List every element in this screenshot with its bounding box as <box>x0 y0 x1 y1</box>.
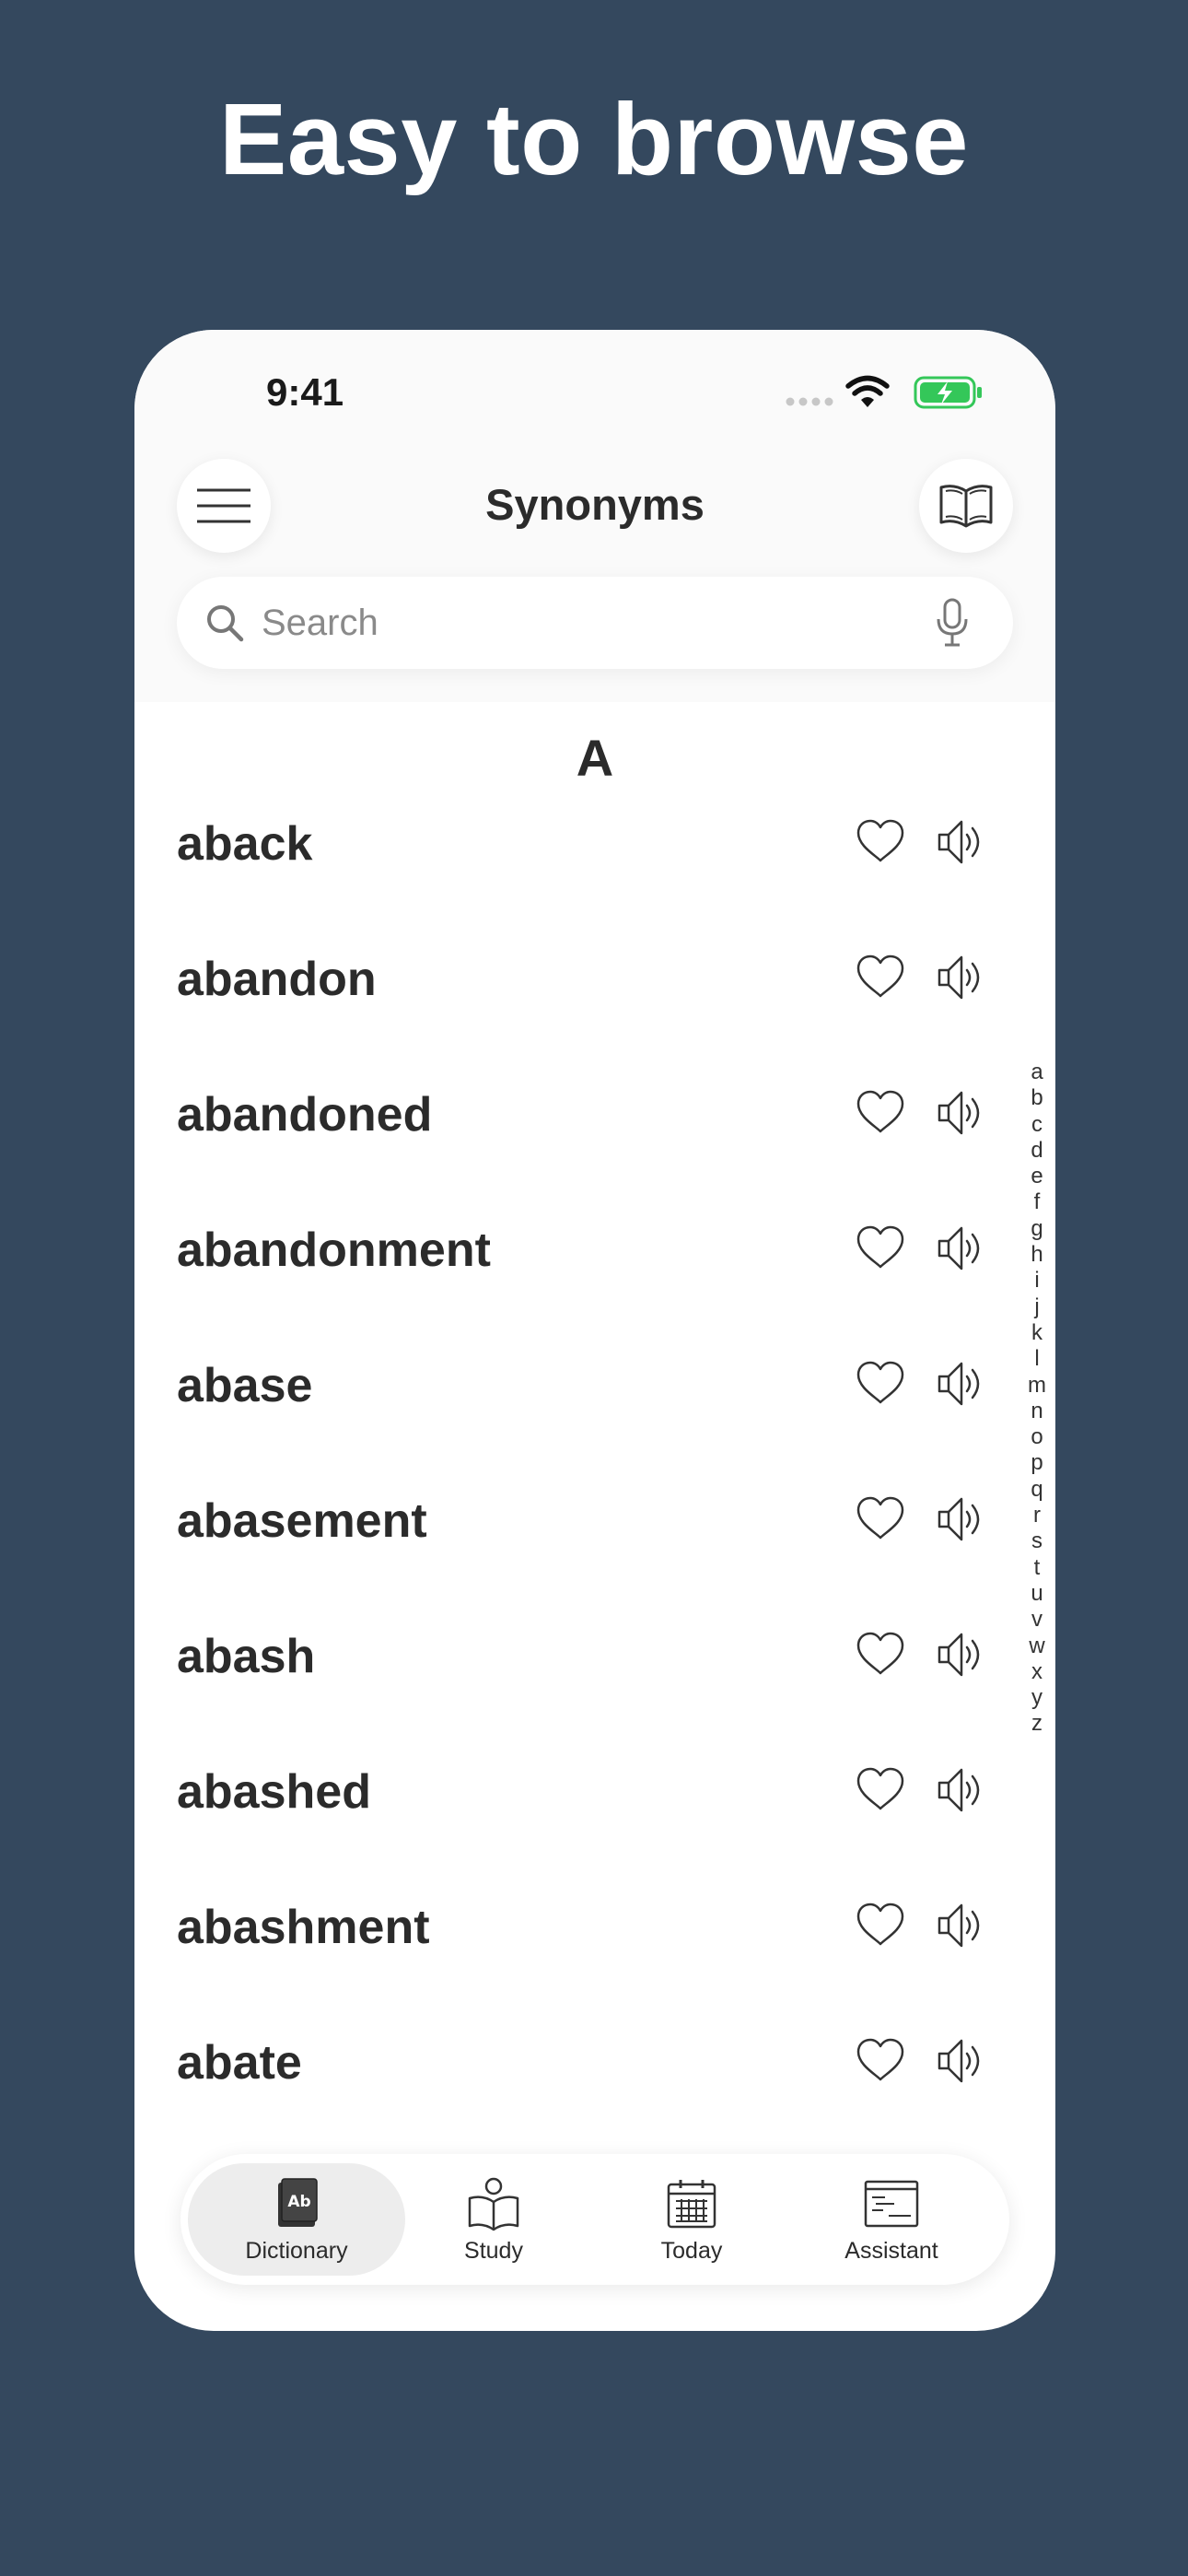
alphabet-index-letter[interactable]: q <box>1031 1477 1042 1503</box>
alphabet-index-letter[interactable]: f <box>1034 1189 1041 1215</box>
word-label: aback <box>177 817 313 871</box>
speaker-icon[interactable] <box>936 1900 987 1956</box>
alphabet-index-letter[interactable]: z <box>1031 1711 1042 1737</box>
word-label: abandon <box>177 953 377 1006</box>
word-row[interactable]: abashed <box>134 1724 1055 1859</box>
word-row[interactable]: abandoned <box>134 1047 1055 1182</box>
word-label: abashment <box>177 1901 430 1954</box>
alphabet-index-letter[interactable]: t <box>1034 1555 1041 1581</box>
alphabet-index-letter[interactable]: o <box>1031 1424 1042 1450</box>
favorite-heart-icon[interactable] <box>855 2037 906 2088</box>
alphabet-index-letter[interactable]: u <box>1031 1581 1042 1607</box>
word-row[interactable]: abash <box>134 1588 1055 1724</box>
alphabet-index-letter[interactable]: m <box>1028 1373 1046 1399</box>
alphabet-index-letter[interactable]: v <box>1031 1607 1042 1633</box>
search-input[interactable] <box>262 595 906 650</box>
tab-dictionary[interactable]: Ab Dictionary <box>188 2163 405 2276</box>
headline: Easy to browse <box>219 83 969 196</box>
alphabet-index-letter[interactable]: d <box>1031 1138 1042 1164</box>
alphabet-index-letter[interactable]: p <box>1031 1450 1042 1476</box>
alphabet-index-letter[interactable]: n <box>1031 1399 1042 1424</box>
word-label: abandoned <box>177 1088 433 1142</box>
alphabet-index-letter[interactable]: c <box>1031 1112 1042 1138</box>
speaker-icon[interactable] <box>936 816 987 872</box>
signal-dots-icon <box>786 397 833 406</box>
tab-assistant[interactable]: Assistant <box>783 2163 1000 2276</box>
search-icon <box>207 605 244 642</box>
tab-study[interactable]: Study <box>385 2163 602 2276</box>
alphabet-index-letter[interactable]: a <box>1031 1060 1042 1085</box>
speaker-icon[interactable] <box>936 1629 987 1685</box>
favorite-heart-icon[interactable] <box>855 954 906 1004</box>
alphabet-index-letter[interactable]: w <box>1029 1633 1044 1659</box>
favorite-heart-icon[interactable] <box>855 1631 906 1681</box>
word-row[interactable]: abase <box>134 1317 1055 1453</box>
alphabet-index-letter[interactable]: j <box>1034 1294 1039 1320</box>
alphabet-index-letter[interactable]: i <box>1034 1268 1039 1294</box>
favorite-heart-icon[interactable] <box>855 1089 906 1140</box>
tab-label: Today <box>660 2237 723 2264</box>
alphabet-index-letter[interactable]: k <box>1031 1320 1042 1346</box>
word-row[interactable]: abandon <box>134 911 1055 1047</box>
word-label: abash <box>177 1630 316 1683</box>
tab-label: Dictionary <box>245 2237 348 2264</box>
favorite-heart-icon[interactable] <box>855 818 906 869</box>
page-title: Synonyms <box>485 480 705 529</box>
calendar-icon <box>665 2175 718 2232</box>
alphabet-index-letter[interactable]: s <box>1031 1528 1042 1554</box>
speaker-icon[interactable] <box>936 1493 987 1550</box>
favorite-heart-icon[interactable] <box>855 1360 906 1411</box>
alphabet-index-letter[interactable]: l <box>1034 1346 1039 1372</box>
microphone-icon[interactable] <box>934 597 971 649</box>
word-row[interactable]: abandonment <box>134 1182 1055 1317</box>
word-label: abate <box>177 2036 302 2090</box>
status-time: 9:41 <box>266 370 344 414</box>
tab-label: Assistant <box>844 2237 938 2264</box>
top-bar: 9:41 Synonyms Search <box>134 330 1055 702</box>
speaker-icon[interactable] <box>936 1223 987 1279</box>
alphabet-index-letter[interactable]: r <box>1033 1503 1041 1528</box>
word-row[interactable]: abashment <box>134 1859 1055 1995</box>
alphabet-index[interactable]: abcdefghijklmnopqrstuvwxyz <box>1019 1060 1055 1738</box>
search-bar[interactable] <box>177 577 1013 669</box>
tab-bar: Ab Dictionary Study Today Assistant <box>181 2154 1009 2285</box>
alphabet-index-letter[interactable]: e <box>1031 1164 1042 1189</box>
dictionary-book-icon: Ab <box>273 2175 320 2232</box>
favorite-heart-icon[interactable] <box>855 1495 906 1546</box>
svg-text:Ab: Ab <box>287 2193 310 2211</box>
assistant-window-icon <box>863 2175 920 2232</box>
open-book-button[interactable] <box>919 459 1013 553</box>
speaker-icon[interactable] <box>936 1764 987 1821</box>
tab-today[interactable]: Today <box>583 2163 800 2276</box>
word-row[interactable]: aback <box>134 776 1055 911</box>
wifi-icon <box>845 375 890 407</box>
open-book-icon <box>939 485 993 528</box>
word-row[interactable]: abate <box>134 1995 1055 2130</box>
favorite-heart-icon[interactable] <box>855 1224 906 1275</box>
word-label: abandonment <box>177 1224 491 1277</box>
favorite-heart-icon[interactable] <box>855 1902 906 1952</box>
favorite-heart-icon[interactable] <box>855 1766 906 1817</box>
word-list: aback abandon abandoned abandonment abase aba… <box>134 776 1055 2130</box>
battery-charging-icon <box>914 376 982 409</box>
alphabet-index-letter[interactable]: y <box>1031 1685 1042 1711</box>
alphabet-index-letter[interactable]: h <box>1031 1242 1042 1268</box>
alphabet-index-letter[interactable]: g <box>1031 1216 1042 1242</box>
speaker-icon[interactable] <box>936 952 987 1008</box>
word-row[interactable]: abasement <box>134 1453 1055 1588</box>
speaker-icon[interactable] <box>936 2035 987 2091</box>
word-label: abasement <box>177 1494 427 1548</box>
speaker-icon[interactable] <box>936 1087 987 1143</box>
alphabet-index-letter[interactable]: x <box>1031 1659 1042 1685</box>
speaker-icon[interactable] <box>936 1358 987 1414</box>
reading-person-icon <box>465 2175 522 2232</box>
word-label: abashed <box>177 1765 371 1819</box>
phone-frame: 9:41 Synonyms Search A aback abandon aba… <box>134 330 1055 2331</box>
alphabet-index-letter[interactable]: b <box>1031 1085 1042 1111</box>
word-label: abase <box>177 1359 313 1412</box>
tab-label: Study <box>464 2237 523 2264</box>
